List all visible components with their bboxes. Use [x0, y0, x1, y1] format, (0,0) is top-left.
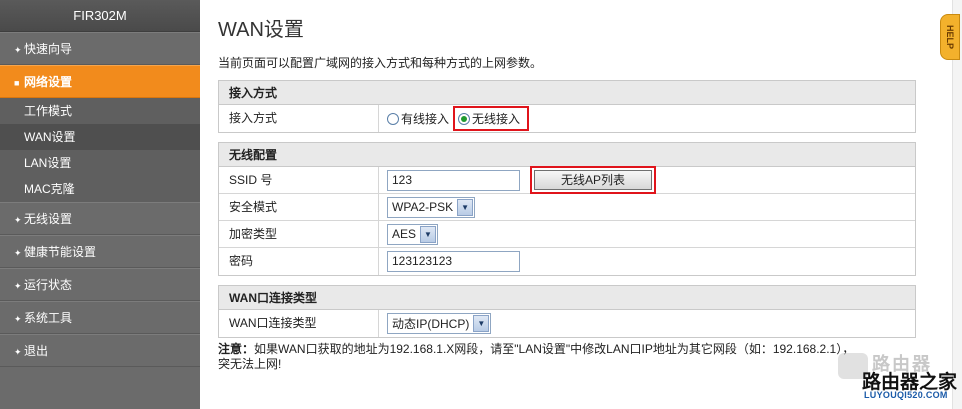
- sidebar-item-network-settings[interactable]: ■ 网络设置: [0, 65, 200, 98]
- encryption-row: 加密类型 AES ▼: [219, 221, 915, 248]
- wan-type-row: WAN口连接类型 动态IP(DHCP) ▼: [219, 310, 915, 337]
- sidebar-item-energy-saving[interactable]: ✦ 健康节能设置: [0, 235, 200, 268]
- note-body-continued: 突无法上网!: [218, 357, 282, 371]
- sidebar-item-label: 运行状态: [24, 278, 73, 292]
- access-mode-row: 接入方式 有线接入 无线接入: [219, 105, 915, 132]
- field-label: 安全模式: [219, 194, 379, 220]
- sidebar-item-quick-setup[interactable]: ✦ 快速向导: [0, 32, 200, 65]
- field-label: 加密类型: [219, 221, 379, 247]
- brand-title: FIR302M: [0, 0, 200, 32]
- page-description: 当前页面可以配置广域网的接入方式和每种方式的上网参数。: [218, 56, 543, 70]
- radio-label: 有线接入: [401, 112, 450, 126]
- sidebar-subitem-mac-clone[interactable]: MAC克隆: [0, 176, 200, 202]
- field-label: WAN口连接类型: [219, 310, 379, 337]
- panel-title: 无线配置: [219, 143, 915, 167]
- chevron-down-icon: ▼: [457, 198, 474, 216]
- scrollbar-track[interactable]: [952, 0, 962, 409]
- sidebar-subitem-work-mode[interactable]: 工作模式: [0, 98, 200, 124]
- sidebar-item-label: 网络设置: [24, 75, 73, 89]
- sidebar: FIR302M ✦ 快速向导 ■ 网络设置 工作模式 WAN设置 LAN设置 MAC…: [0, 0, 200, 409]
- sidebar-item-running-status[interactable]: ✦ 运行状态: [0, 268, 200, 301]
- highlight-box: 无线接入: [453, 106, 530, 131]
- encryption-select[interactable]: AES ▼: [387, 223, 439, 245]
- help-button[interactable]: HELP: [940, 14, 960, 60]
- note-text: 注意：如果WAN口获取的地址为192.168.1.X网段，请至"LAN设置"中修…: [218, 342, 916, 372]
- wan-type-select[interactable]: 动态IP(DHCP) ▼: [387, 313, 492, 334]
- bullet-icon: ■: [14, 78, 20, 88]
- watermark-logo: 路由器 路由器之家 LUYOUQI520.COM: [832, 350, 960, 406]
- panel-title: 接入方式: [219, 81, 915, 105]
- field-label: 接入方式: [219, 105, 379, 132]
- main-content: WAN设置 当前页面可以配置广域网的接入方式和每种方式的上网参数。 接入方式 接…: [218, 0, 916, 372]
- sidebar-item-label: 健康节能设置: [24, 245, 97, 259]
- radio-icon: [387, 112, 399, 125]
- sidebar-item-logout[interactable]: ✦ 退出: [0, 334, 200, 367]
- note-prefix: 注意：: [218, 342, 255, 356]
- bullet-icon: ✦: [14, 314, 22, 324]
- panel-title: WAN口连接类型: [219, 286, 915, 310]
- radio-label: 无线接入: [472, 112, 521, 126]
- bullet-icon: ✦: [14, 281, 22, 291]
- bullet-icon: ✦: [14, 45, 22, 55]
- select-value: 动态IP(DHCP): [392, 317, 470, 331]
- bullet-icon: ✦: [14, 347, 22, 357]
- sidebar-subitem-lan-settings[interactable]: LAN设置: [0, 150, 200, 176]
- ap-list-button[interactable]: 无线AP列表: [534, 170, 652, 190]
- select-value: WPA2-PSK: [392, 200, 454, 214]
- bullet-icon: ✦: [14, 215, 22, 225]
- radio-checked-icon: [458, 112, 471, 125]
- ssid-input[interactable]: 123: [387, 169, 520, 191]
- note-body: 如果WAN口获取的地址为192.168.1.X网段，请至"LAN设置"中修改LA…: [254, 342, 855, 356]
- watermark-url: LUYOUQI520.COM: [864, 390, 948, 400]
- access-mode-panel: 接入方式 接入方式 有线接入 无线接入: [218, 80, 916, 133]
- chevron-down-icon: ▼: [473, 315, 490, 332]
- sidebar-item-label: 系统工具: [24, 311, 73, 325]
- sidebar-item-label: 退出: [24, 344, 49, 358]
- password-input[interactable]: 123123123: [387, 251, 520, 272]
- sidebar-subitem-wan-settings[interactable]: WAN设置: [0, 124, 200, 150]
- sidebar-item-label: 无线设置: [24, 212, 73, 226]
- ssid-row: SSID 号 123 无线AP列表: [219, 166, 915, 194]
- sidebar-item-system-tools[interactable]: ✦ 系统工具: [0, 301, 200, 334]
- page-title: WAN设置: [218, 19, 304, 41]
- wireless-config-panel: 无线配置 SSID 号 123 无线AP列表 安全模式 WPA2-PSK ▼ 加密…: [218, 142, 916, 276]
- chevron-down-icon: ▼: [420, 225, 437, 243]
- sidebar-item-wireless-settings[interactable]: ✦ 无线设置: [0, 202, 200, 235]
- bullet-icon: ✦: [14, 248, 22, 258]
- field-label: 密码: [219, 248, 379, 275]
- highlight-box: 无线AP列表: [530, 166, 656, 194]
- password-row: 密码 123123123: [219, 248, 915, 275]
- wan-connection-panel: WAN口连接类型 WAN口连接类型 动态IP(DHCP) ▼: [218, 285, 916, 338]
- field-label: SSID 号: [219, 167, 379, 193]
- wireless-access-radio[interactable]: 无线接入: [458, 110, 520, 127]
- security-mode-row: 安全模式 WPA2-PSK ▼: [219, 194, 915, 221]
- security-mode-select[interactable]: WPA2-PSK ▼: [387, 196, 476, 218]
- wired-access-radio[interactable]: 有线接入: [387, 110, 449, 127]
- sidebar-item-label: 快速向导: [24, 42, 73, 56]
- select-value: AES: [392, 227, 417, 241]
